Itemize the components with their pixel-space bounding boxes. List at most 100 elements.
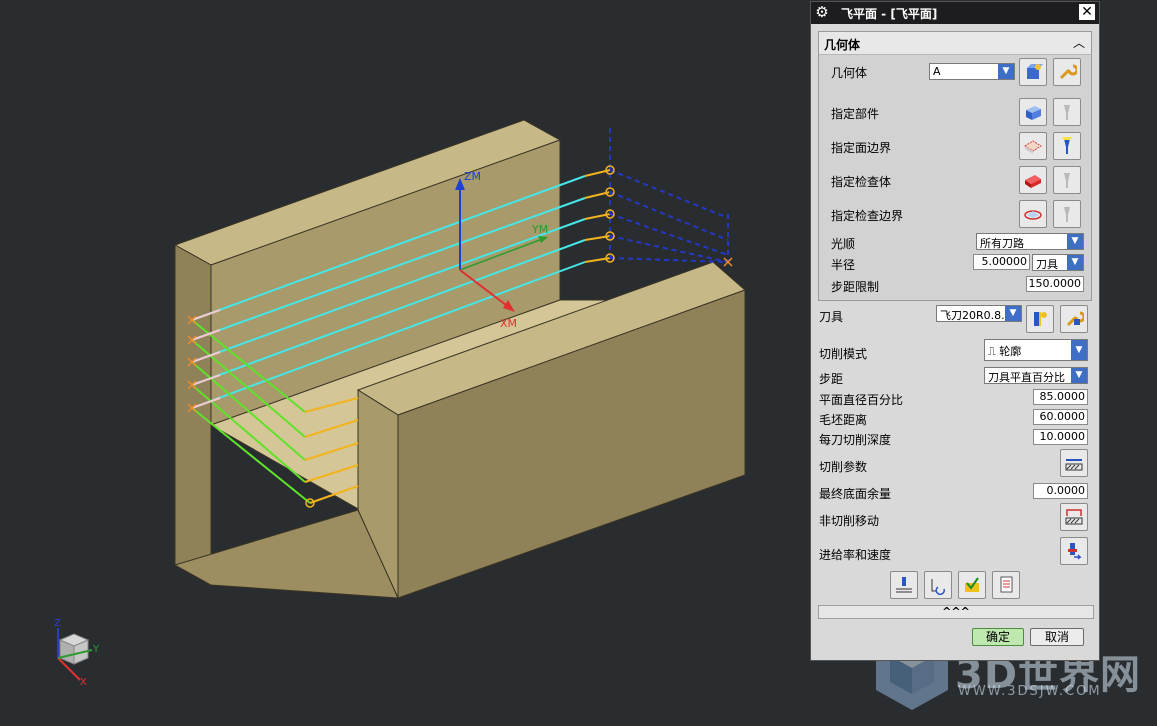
feeds-speeds-icon: [1068, 543, 1082, 560]
stepover-value: 刀具平直百分比: [988, 371, 1065, 384]
stepover-select[interactable]: 刀具平直百分比 ▼: [984, 367, 1088, 384]
check-boundary-icon: [1024, 210, 1042, 220]
triad-x-label: X: [80, 677, 87, 688]
select-part-button[interactable]: [1019, 98, 1047, 126]
select-check-body-button[interactable]: [1019, 166, 1047, 194]
geometry-label: 几何体: [831, 66, 868, 80]
cut-pattern-text: 轮廓: [999, 345, 1022, 358]
blank-distance-input[interactable]: 60.0000: [1033, 409, 1088, 425]
specify-part-label: 指定部件: [831, 107, 880, 121]
step-limit-label: 步距限制: [831, 280, 880, 294]
new-geometry-icon: [1027, 64, 1043, 79]
chevron-down-icon[interactable]: ▼: [1067, 234, 1083, 249]
non-cutting-moves-button[interactable]: [1060, 503, 1088, 531]
final-floor-stock-input[interactable]: 0.0000: [1033, 483, 1088, 499]
smoothing-label: 光顺: [831, 237, 856, 251]
smoothing-select[interactable]: 所有刀路 ▼: [976, 233, 1084, 250]
edit-tool-icon: [1066, 311, 1084, 327]
geometry-group-header[interactable]: 几何体 ︿: [819, 32, 1091, 55]
display-face-boundary-button[interactable]: [1053, 132, 1081, 160]
generate-icon: [896, 577, 912, 593]
display-part-button[interactable]: [1053, 98, 1081, 126]
cancel-button[interactable]: 取消: [1030, 628, 1084, 646]
non-cutting-moves-label: 非切削移动: [819, 514, 880, 528]
zm-axis-label: ZM: [464, 170, 481, 183]
flashlight-icon: [1062, 137, 1072, 154]
part-icon: [1026, 106, 1041, 120]
specify-face-boundary-label: 指定面边界: [831, 141, 892, 155]
cut-pattern-label: 切削模式: [819, 347, 868, 361]
back-wall-side-face: [174, 244, 212, 586]
cutting-params-icon: [1065, 459, 1083, 471]
radius-unit-select[interactable]: 刀具 ▼: [1032, 254, 1084, 271]
more-options-toggle[interactable]: ^^^: [818, 605, 1094, 619]
flat-diameter-input[interactable]: 85.0000: [1033, 389, 1088, 405]
check-body-icon: [1025, 175, 1041, 188]
verify-toolpath-button[interactable]: [958, 571, 986, 599]
select-check-boundary-button[interactable]: [1019, 200, 1047, 228]
view-triad[interactable]: Z Y X: [54, 618, 100, 688]
gear-icon[interactable]: ⚙: [814, 4, 830, 20]
chevron-down-icon[interactable]: ▼: [998, 64, 1014, 79]
ok-button[interactable]: 确定: [972, 628, 1024, 646]
smoothing-select-value: 所有刀路: [980, 237, 1024, 250]
replay-toolpath-button[interactable]: [924, 571, 952, 599]
chevron-down-icon[interactable]: ▼: [1067, 255, 1083, 270]
radius-unit-value: 刀具: [1036, 258, 1058, 271]
close-icon[interactable]: ✕: [1079, 4, 1095, 20]
dialog-title: 飞平面 - [飞平面]: [841, 7, 938, 21]
cut-pattern-select[interactable]: ⎍ 轮廓 ▼: [984, 339, 1088, 361]
specify-check-body-label: 指定检查体: [831, 175, 892, 189]
cutting-params-button[interactable]: [1060, 449, 1088, 477]
flashlight-icon: [1064, 207, 1070, 222]
specify-check-boundary-label: 指定检查边界: [831, 209, 904, 223]
ym-axis-label: YM: [531, 223, 548, 236]
non-cutting-moves-icon: [1065, 509, 1083, 525]
new-tool-button[interactable]: [1026, 305, 1054, 333]
list-toolpath-button[interactable]: [992, 571, 1020, 599]
chevron-down-icon[interactable]: ▼: [1071, 340, 1087, 360]
geometry-select-value: A: [933, 65, 941, 78]
radius-input[interactable]: 5.00000: [973, 254, 1030, 270]
geometry-group: 几何体 ︿ 几何体 A ▼ 指定部件 指定面边界 指定检查体 指定检查边界 光顺…: [818, 31, 1092, 301]
face-boundary-icon: [1024, 140, 1042, 154]
stepover-label: 步距: [819, 372, 844, 386]
chevron-up-icon[interactable]: ︿: [1071, 35, 1087, 51]
display-check-boundary-button[interactable]: [1053, 200, 1081, 228]
step-limit-input[interactable]: 150.0000: [1026, 276, 1084, 292]
new-tool-icon: [1034, 312, 1047, 326]
select-face-boundary-button[interactable]: [1019, 132, 1047, 160]
generate-toolpath-button[interactable]: [890, 571, 918, 599]
chevron-down-icon[interactable]: ▼: [1005, 306, 1021, 321]
chevron-down-icon[interactable]: ▼: [1071, 368, 1087, 383]
triad-z-label: Z: [54, 618, 61, 629]
non-cutting-moves: [609, 128, 729, 263]
display-check-body-button[interactable]: [1053, 166, 1081, 194]
new-geometry-button[interactable]: [1019, 58, 1047, 86]
face-milling-dialog: ⚙ 飞平面 - [飞平面] ✕ 几何体 ︿ 几何体 A ▼ 指定部件 指定面边界: [810, 1, 1100, 661]
watermark-url: WWW.3DSJW.COM: [958, 684, 1102, 699]
tool-select[interactable]: 飞刀20R0.8... ▼: [936, 305, 1022, 322]
cutting-params-label: 切削参数: [819, 460, 868, 474]
dialog-titlebar[interactable]: ⚙ 飞平面 - [飞平面] ✕: [811, 2, 1099, 24]
edit-geometry-button[interactable]: [1053, 58, 1081, 86]
cut-pattern-value: ⎍ 轮廓: [988, 345, 1022, 358]
tool-label: 刀具: [819, 310, 844, 324]
feeds-speeds-button[interactable]: [1060, 537, 1088, 565]
geometry-group-title: 几何体: [824, 38, 861, 52]
geometry-select[interactable]: A ▼: [929, 63, 1015, 80]
radius-label: 半径: [831, 258, 856, 272]
final-floor-stock-label: 最终底面余量: [819, 487, 892, 501]
flat-diameter-label: 平面直径百分比: [819, 393, 904, 407]
xm-axis-label: XM: [500, 317, 517, 330]
wrench-icon: [1059, 64, 1077, 80]
list-icon: [1000, 576, 1013, 593]
replay-icon: [931, 579, 945, 595]
depth-per-cut-input[interactable]: 10.0000: [1033, 429, 1088, 445]
depth-per-cut-label: 每刀切削深度: [819, 433, 892, 447]
blank-distance-label: 毛坯距离: [819, 413, 868, 427]
flashlight-icon: [1064, 173, 1070, 188]
flashlight-icon: [1064, 105, 1070, 120]
triad-y-label: Y: [92, 644, 100, 655]
edit-tool-button[interactable]: [1060, 305, 1088, 333]
